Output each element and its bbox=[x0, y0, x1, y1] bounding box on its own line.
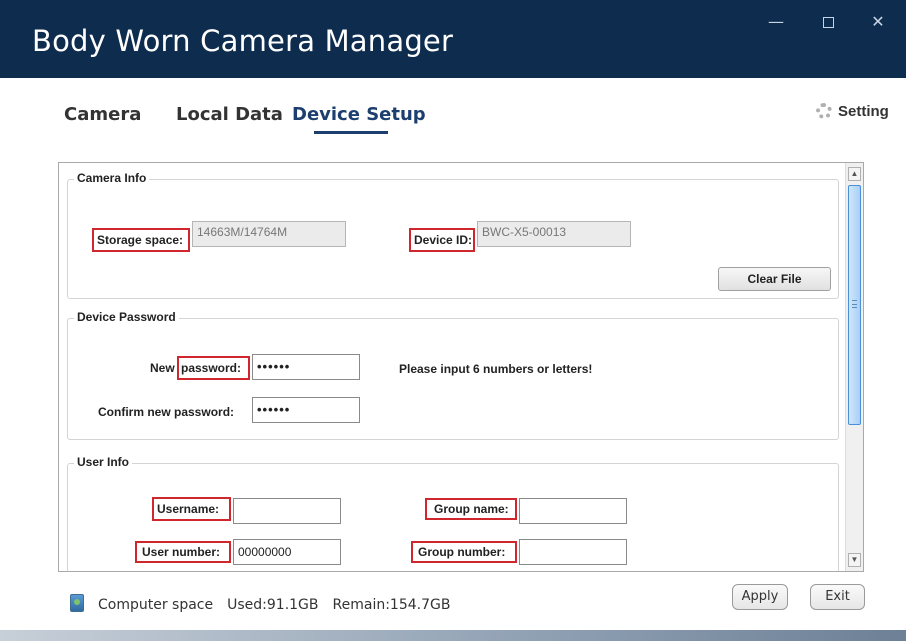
user-number-input[interactable]: 00000000 bbox=[233, 539, 341, 565]
clear-file-button[interactable]: Clear File bbox=[718, 267, 831, 291]
bottom-strip bbox=[0, 630, 906, 641]
grip-icon bbox=[852, 300, 857, 308]
gear-icon bbox=[816, 103, 832, 119]
new-password-label: password: bbox=[181, 361, 242, 375]
username-label: Username: bbox=[157, 502, 220, 516]
tab-device-setup[interactable]: Device Setup bbox=[292, 104, 426, 125]
group-name-label: Group name: bbox=[434, 502, 509, 516]
group-number-label: Group number: bbox=[418, 545, 506, 559]
group-number-input[interactable] bbox=[519, 539, 627, 565]
remain-space: Remain:154.7GB bbox=[332, 597, 451, 613]
group-name-input[interactable] bbox=[519, 498, 627, 524]
storage-space-field: 14663M/14764M bbox=[192, 221, 346, 247]
device-setup-panel: Camera Info Storage space: 14663M/14764M… bbox=[58, 162, 864, 572]
computer-space-label: Computer space bbox=[98, 597, 214, 613]
app-title: Body Worn Camera Manager bbox=[32, 24, 454, 58]
vertical-scrollbar[interactable]: ▲ ▼ bbox=[845, 163, 863, 571]
storage-space-label: Storage space: bbox=[97, 233, 184, 247]
maximize-button[interactable] bbox=[808, 8, 848, 36]
new-password-label-prefix: New bbox=[150, 361, 175, 375]
tab-local-data[interactable]: Local Data bbox=[176, 104, 283, 125]
scroll-down-icon[interactable]: ▼ bbox=[848, 553, 861, 567]
camera-info-title: Camera Info bbox=[74, 171, 150, 185]
user-info-title: User Info bbox=[74, 455, 133, 469]
confirm-password-label: Confirm new password: bbox=[98, 405, 235, 419]
user-number-label: User number: bbox=[142, 545, 221, 559]
password-hint: Please input 6 numbers or letters! bbox=[399, 362, 593, 376]
device-id-field: BWC-X5-00013 bbox=[477, 221, 631, 247]
device-id-label: Device ID: bbox=[414, 233, 473, 247]
exit-button[interactable]: Exit bbox=[810, 584, 865, 610]
device-password-title: Device Password bbox=[74, 310, 179, 324]
confirm-password-input[interactable]: •••••• bbox=[252, 397, 360, 423]
device-password-group: Device Password New password: •••••• Ple… bbox=[67, 310, 839, 440]
user-info-group: User Info Username: Group name: User num… bbox=[67, 455, 839, 571]
new-password-input[interactable]: •••••• bbox=[252, 354, 360, 380]
title-bar: Body Worn Camera Manager — ✕ bbox=[0, 0, 906, 78]
setting-label: Setting bbox=[838, 103, 889, 120]
scroll-thumb[interactable] bbox=[848, 185, 861, 425]
close-button[interactable]: ✕ bbox=[858, 8, 898, 36]
computer-space-status: Computer space Used:91.1GB Remain:154.7GB bbox=[70, 594, 464, 613]
setting-button[interactable]: Setting bbox=[816, 103, 889, 120]
disk-icon bbox=[70, 594, 84, 612]
minimize-button[interactable]: — bbox=[756, 8, 796, 36]
maximize-icon bbox=[822, 17, 834, 28]
tab-camera[interactable]: Camera bbox=[64, 104, 141, 125]
apply-button[interactable]: Apply bbox=[732, 584, 788, 610]
camera-info-group: Camera Info Storage space: 14663M/14764M… bbox=[67, 171, 839, 299]
active-tab-indicator bbox=[314, 131, 388, 134]
username-input[interactable] bbox=[233, 498, 341, 524]
scroll-up-icon[interactable]: ▲ bbox=[848, 167, 861, 181]
used-space: Used:91.1GB bbox=[227, 597, 319, 613]
